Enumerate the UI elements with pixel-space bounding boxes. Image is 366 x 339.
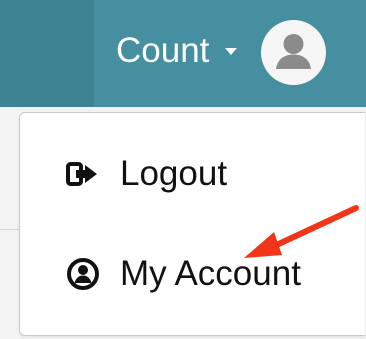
my-account-label: My Account [120, 254, 301, 293]
logout-menu-item[interactable]: Logout [20, 134, 366, 214]
navbar-left-block [0, 0, 94, 107]
user-avatar-icon [261, 20, 326, 85]
my-account-menu-item[interactable]: My Account [20, 234, 366, 314]
sign-out-icon [66, 157, 100, 191]
top-navbar: Count [0, 0, 366, 107]
user-circle-icon [66, 257, 100, 291]
user-name: Count [116, 31, 210, 70]
page-divider [0, 229, 19, 230]
user-dropdown-menu: Logout My Account [19, 112, 365, 336]
logout-label: Logout [120, 154, 228, 193]
caret-down-icon [225, 48, 237, 55]
user-menu-toggle[interactable]: Count [94, 0, 366, 107]
